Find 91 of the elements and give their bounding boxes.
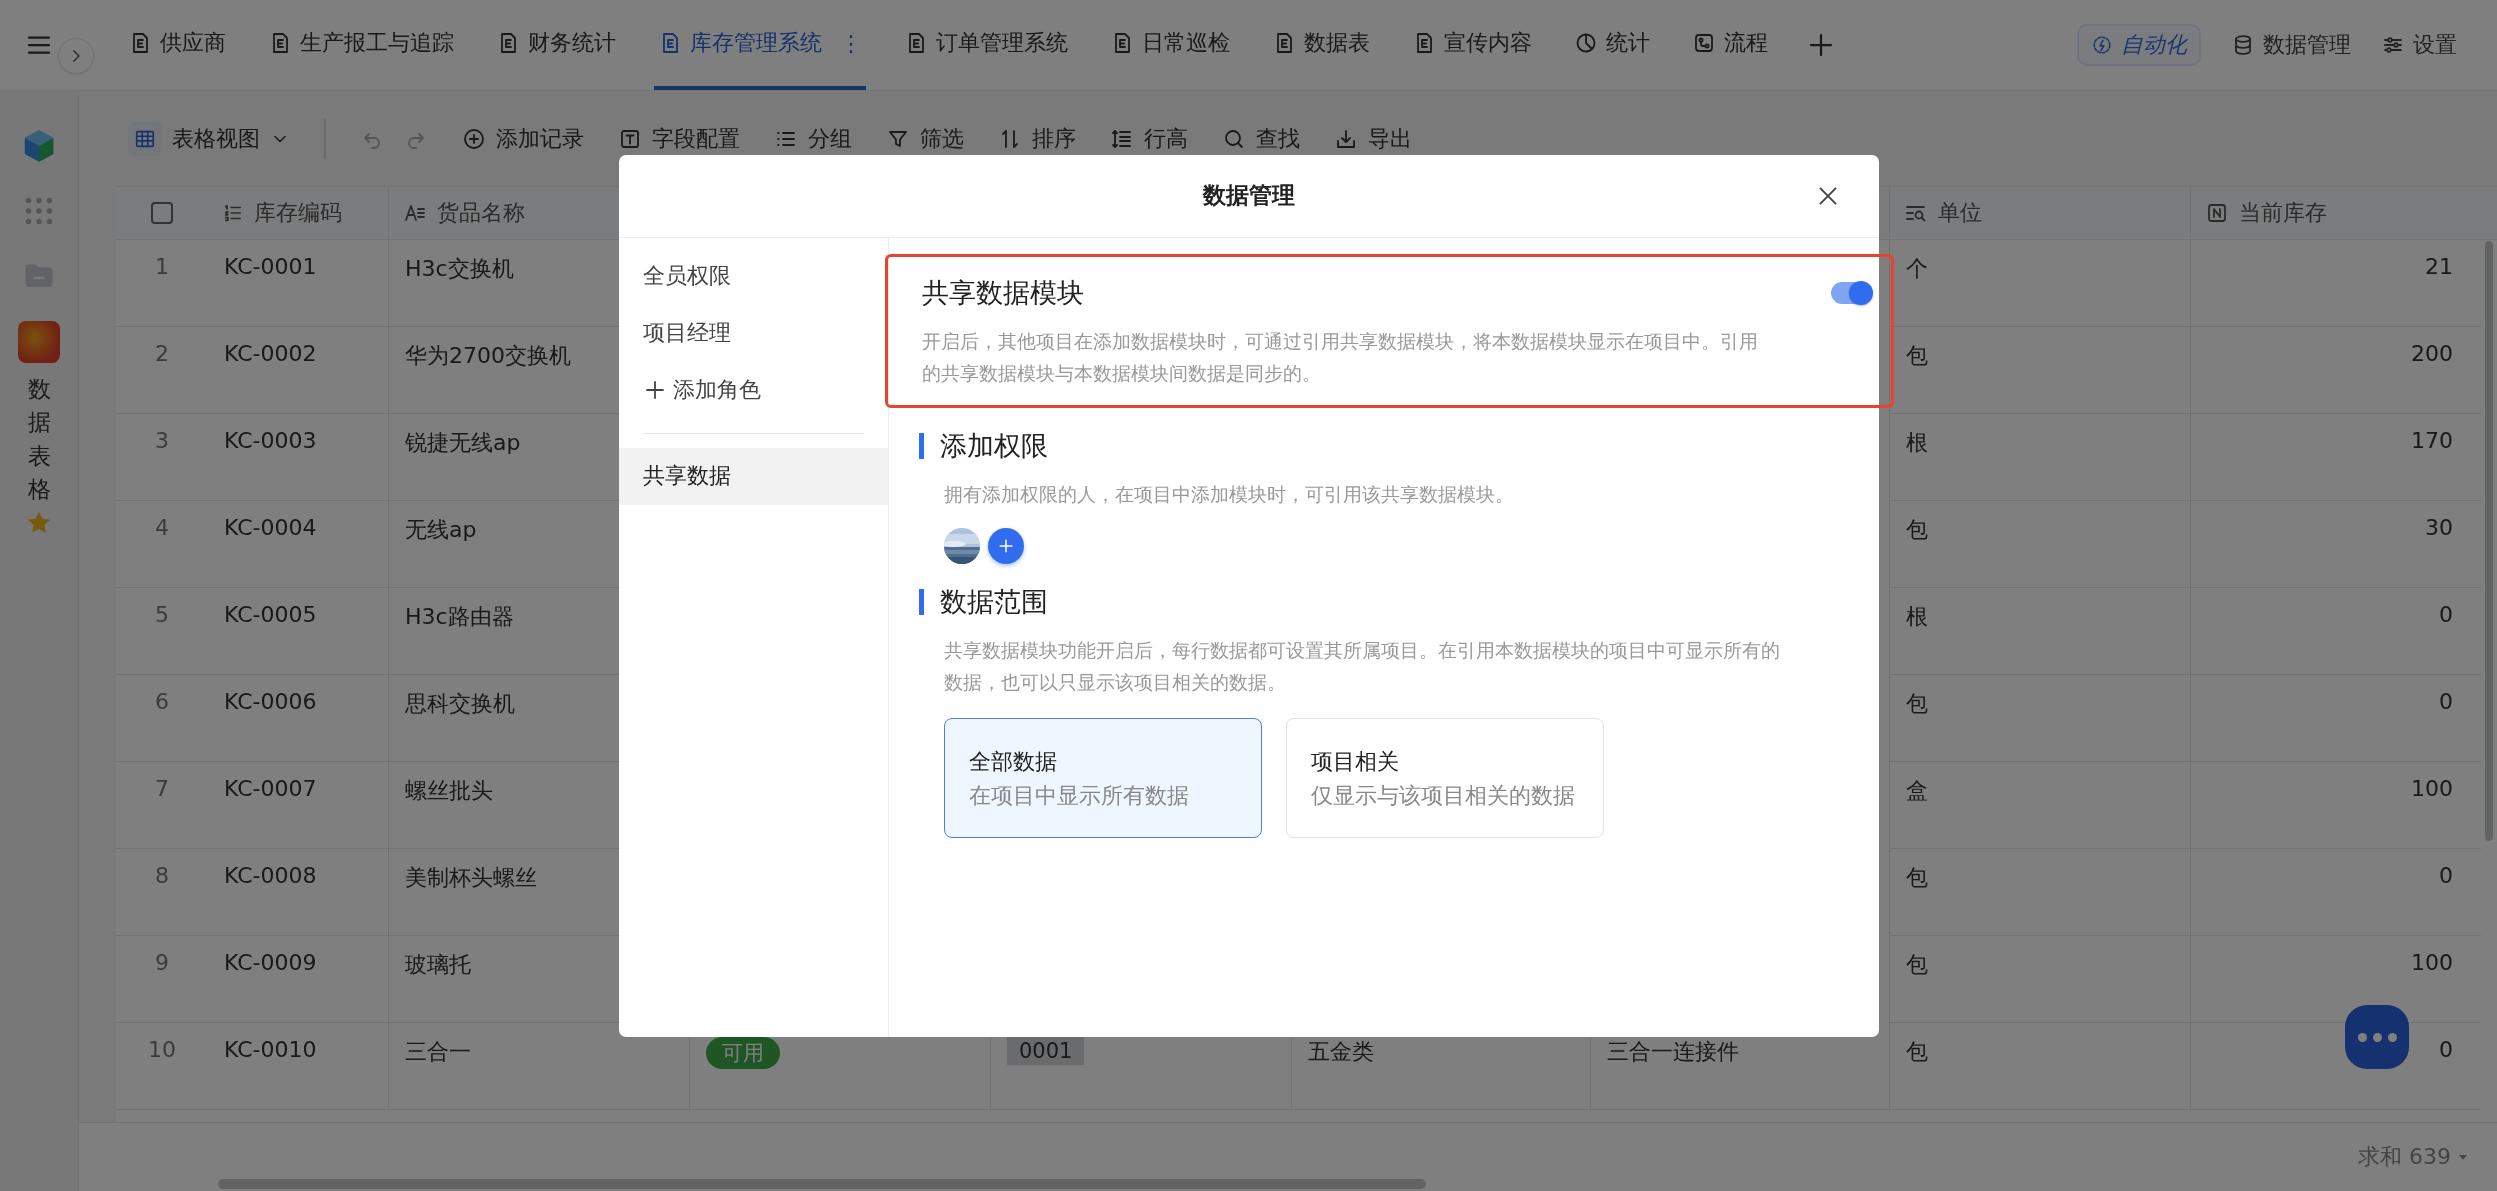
tab[interactable]: 供应商 [124, 0, 230, 90]
table-cell: KC-0010 [208, 1023, 388, 1110]
scrollbar[interactable] [2485, 241, 2493, 841]
row-number: 2 [116, 327, 208, 414]
table-cell: KC-0004 [208, 501, 388, 588]
table-cell: KC-0003 [208, 414, 388, 501]
tab[interactable]: 流程 [1688, 0, 1772, 90]
add-icon [462, 126, 486, 151]
section-title: 添加权限 [939, 428, 1048, 463]
toolbar-button[interactable]: 导出 [1334, 123, 1412, 154]
table-cell: 根 [1889, 414, 2190, 501]
toolbar-action[interactable]: 数据管理 [2231, 30, 2351, 60]
view-dropdown[interactable]: 表格视图 [128, 121, 290, 156]
toolbar-button[interactable]: 分组 [774, 123, 852, 154]
row-number: 3 [116, 414, 208, 501]
table-cell: 0 [2190, 849, 2481, 936]
column-header: 库存编码 [254, 199, 342, 227]
pie-chart-icon [1574, 31, 1598, 55]
tab[interactable]: 数据表 [1268, 0, 1374, 90]
toggle-switch[interactable] [1830, 281, 1871, 304]
tab[interactable]: 统计 [1570, 0, 1654, 90]
more-button[interactable] [2345, 1005, 2409, 1069]
row-number: 9 [116, 936, 208, 1023]
section-title: 数据范围 [939, 584, 1048, 619]
table-cell: KC-0002 [208, 327, 388, 414]
select-all-checkbox[interactable] [151, 202, 173, 224]
table-cell: KC-0005 [208, 588, 388, 675]
row-number: 6 [116, 675, 208, 762]
row-number: 4 [116, 501, 208, 588]
scrollbar[interactable] [218, 1179, 1426, 1189]
row-number: 1 [116, 240, 208, 327]
table-cell: 包 [1889, 849, 2190, 936]
table-cell: KC-0006 [208, 675, 388, 762]
flow-icon [1692, 31, 1716, 55]
option-card[interactable]: 全部数据 在项目中显示所有数据 [943, 717, 1262, 838]
table-cell: KC-0009 [208, 936, 388, 1023]
table-cell: KC-0008 [208, 849, 388, 936]
table-cell: 170 [2190, 414, 2481, 501]
column-header: 当前库存 [2239, 199, 2327, 227]
table-cell: KC-0007 [208, 762, 388, 849]
table-cell: 盒 [1889, 762, 2190, 849]
section-title: 共享数据模块 [921, 275, 1084, 310]
table-cell: 21 [2190, 240, 2481, 327]
app-icon[interactable] [18, 321, 60, 363]
toolbar-action[interactable]: 自动化 [2077, 24, 2201, 66]
description: 共享数据模块功能开启后，每行数据都可设置其所属项目。在引用本数据模块的项目中可显示所有的数据，也可以只显示该项目相关的数据。 [943, 637, 1781, 695]
table-cell: 100 [2190, 762, 2481, 849]
tab[interactable]: 宣传内容 [1408, 0, 1536, 90]
lightning-icon [2091, 34, 2113, 56]
app-name: 数据表格 [27, 375, 51, 505]
numbered-list-icon [222, 202, 244, 224]
tab[interactable]: 订单管理系统 [900, 0, 1072, 90]
toolbar-button[interactable]: 行高 [1110, 123, 1188, 154]
nav-item[interactable]: 共享数据 [618, 447, 888, 505]
column-header: 货品名称 [437, 199, 525, 227]
toolbar-action[interactable]: 设置 [2381, 30, 2457, 60]
dialog-title: 数据管理 [1202, 181, 1295, 210]
tab[interactable]: 库存管理系统 ⋮ [654, 0, 866, 90]
table-cell: 30 [2190, 501, 2481, 588]
toolbar-button[interactable]: 排序 [998, 123, 1076, 154]
table-cell: 包 [1889, 675, 2190, 762]
toolbar-button[interactable]: 查找 [1222, 123, 1300, 154]
row-number: 7 [116, 762, 208, 849]
table-cell: 包 [1889, 501, 2190, 588]
toolbar-button[interactable]: 筛选 [886, 123, 964, 154]
table-cell: KC-0001 [208, 240, 388, 327]
table-cell: 200 [2190, 327, 2481, 414]
tab[interactable]: 生产报工与追踪 [264, 0, 458, 90]
toolbar-button[interactable]: 字段配置 [618, 123, 740, 154]
row-number: 5 [116, 588, 208, 675]
table-cell: 根 [1889, 588, 2190, 675]
accent-bar [918, 432, 924, 459]
column-header: 单位 [1938, 199, 1982, 227]
status-tag: 可用 [706, 1037, 780, 1069]
description: 拥有添加权限的人，在项目中添加模块时，可引用该共享数据模块。 [943, 481, 1515, 507]
number-field-icon [2205, 201, 2229, 225]
table-cell: 0 [2190, 588, 2481, 675]
add-member-button[interactable] [987, 527, 1024, 564]
sum-summary[interactable]: 求和 639 [2358, 1142, 2451, 1172]
toolbar-button[interactable]: 添加记录 [462, 123, 584, 154]
table-cell: 0 [2190, 675, 2481, 762]
table-cell: 包 [1889, 1023, 2190, 1110]
row-number: 8 [116, 849, 208, 936]
tab[interactable]: 财务统计 [492, 0, 620, 90]
table-cell: 包 [1889, 936, 2190, 1023]
option-card[interactable]: 项目相关 仅显示与该项目相关的数据 [1285, 717, 1604, 838]
accent-bar [918, 588, 924, 615]
tab[interactable]: 日常巡检 [1106, 0, 1234, 90]
row-number: 10 [116, 1023, 208, 1110]
description: 开启后，其他项目在添加数据模块时，可通过引用共享数据模块，将本数据模块显示在项目中。引用的共享数据模块与本数据模块间数据是同步的。 [921, 328, 1759, 386]
code-tag: 0001 [1007, 1037, 1085, 1065]
